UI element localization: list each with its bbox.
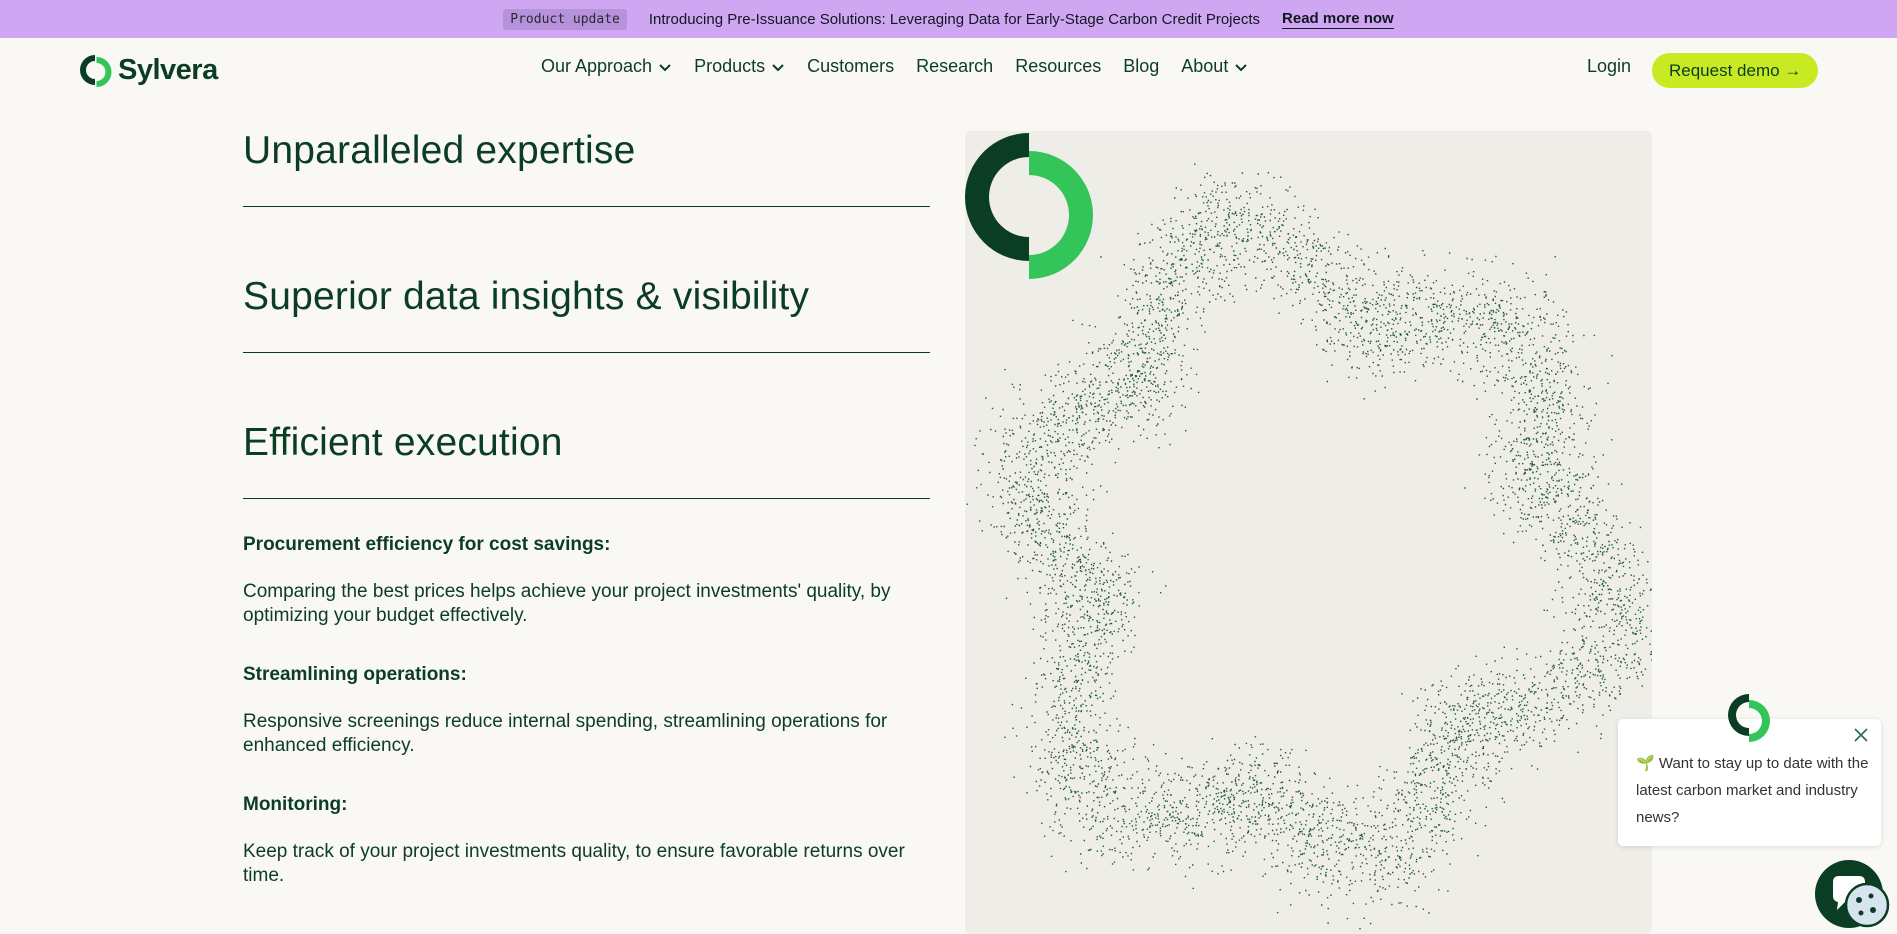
detail-text-monitoring: Keep track of your project investments q… <box>243 841 905 886</box>
detail-title-streamlining: Streamlining operations: <box>243 664 467 685</box>
nav-item-research[interactable]: Research <box>916 56 993 77</box>
chevron-down-icon <box>659 63 671 71</box>
request-demo-label: Request demo → <box>1669 60 1802 80</box>
nav-item-label: Resources <box>1015 56 1102 76</box>
nav-item-about[interactable]: About <box>1181 56 1248 77</box>
close-icon[interactable] <box>1853 727 1869 743</box>
particle-visual <box>965 131 1652 934</box>
nav-item-resources[interactable]: Resources <box>1015 56 1101 77</box>
chat-avatar-logo-icon <box>1728 694 1770 742</box>
main-nav: Sylvera Our Approach Products Customers … <box>0 38 1897 102</box>
brand-name: Sylvera <box>118 53 218 86</box>
detail-text-procurement: Comparing the best prices helps achieve … <box>243 581 891 626</box>
divider <box>243 498 930 499</box>
nav-menu: Our Approach Products Customers Research… <box>541 56 1248 77</box>
detail-title-monitoring: Monitoring: <box>243 794 348 815</box>
detail-title-procurement: Procurement efficiency for cost savings: <box>243 534 611 555</box>
announcement-bar: Product update Introducing Pre-Issuance … <box>0 0 1897 38</box>
nav-item-products[interactable]: Products <box>694 56 785 77</box>
sylvera-mark-icon <box>965 133 1093 279</box>
heading-efficient-execution[interactable]: Efficient execution <box>243 421 563 465</box>
nav-item-label: Customers <box>807 56 895 76</box>
nav-item-blog[interactable]: Blog <box>1123 56 1159 77</box>
chat-message: 🌱 Want to stay up to date with the lates… <box>1636 755 1869 826</box>
nav-item-label: Our Approach <box>541 56 653 76</box>
divider <box>243 352 930 353</box>
chevron-down-icon <box>1235 63 1248 71</box>
nav-item-customers[interactable]: Customers <box>807 56 894 77</box>
nav-item-our-approach[interactable]: Our Approach <box>541 56 672 77</box>
cookie-icon[interactable] <box>1843 880 1891 930</box>
detail-text-streamlining: Responsive screenings reduce internal sp… <box>243 711 888 756</box>
nav-item-label: Blog <box>1123 56 1160 76</box>
divider <box>243 206 930 207</box>
heading-unparalleled-expertise[interactable]: Unparalleled expertise <box>243 129 635 173</box>
announcement-message: Introducing Pre-Issuance Solutions: Leve… <box>648 10 1261 28</box>
heading-superior-data-insights[interactable]: Superior data insights & visibility <box>243 275 809 319</box>
chevron-down-icon <box>772 63 784 71</box>
sylvera-logo[interactable]: Sylvera <box>78 52 218 88</box>
sylvera-logo-icon <box>80 55 112 87</box>
request-demo-button[interactable]: Request demo → <box>1652 53 1819 88</box>
read-more-link[interactable]: Read more now <box>1282 10 1394 29</box>
nav-item-label: Research <box>916 56 994 76</box>
login-link[interactable]: Login <box>1587 56 1631 77</box>
nav-item-label: About <box>1181 56 1229 76</box>
nav-item-label: Products <box>694 56 766 76</box>
product-update-tag: Product update <box>503 8 627 30</box>
